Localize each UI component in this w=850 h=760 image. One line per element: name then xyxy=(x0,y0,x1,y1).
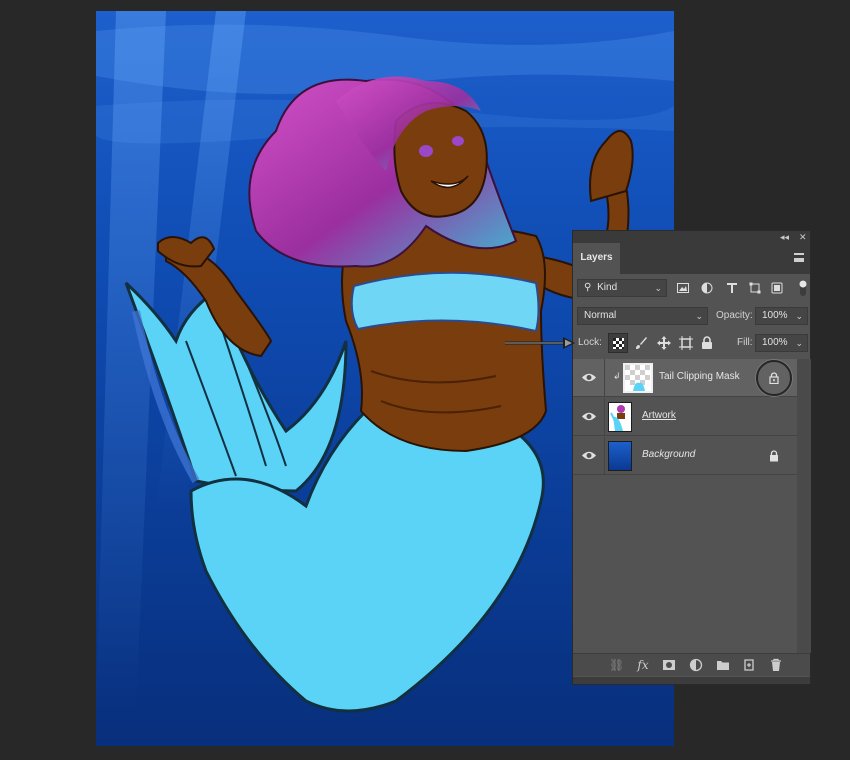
layer-thumbnail xyxy=(608,441,632,471)
layer-thumbnail xyxy=(608,402,632,432)
adjustment-filter-icon[interactable] xyxy=(701,282,713,294)
chevron-down-icon: ⌄ xyxy=(795,311,803,321)
layer-list-scrollbar[interactable] xyxy=(797,359,811,653)
search-icon: ⚲ xyxy=(584,282,592,293)
image-filter-icon[interactable] xyxy=(677,282,689,294)
adjustment-layer-icon[interactable] xyxy=(689,658,703,672)
eye-icon xyxy=(582,373,596,382)
panel-resize-grip[interactable] xyxy=(573,677,810,684)
close-panel-button[interactable]: ✕ xyxy=(799,231,807,243)
fill-label: Fill: xyxy=(737,337,753,348)
lock-all-icon[interactable] xyxy=(701,336,713,350)
opacity-value: 100% xyxy=(762,310,788,321)
fill-input[interactable]: 100% ⌄ xyxy=(755,334,808,352)
visibility-toggle[interactable] xyxy=(573,437,605,474)
smart-object-filter-icon[interactable] xyxy=(771,282,783,294)
eye-icon xyxy=(582,451,596,460)
link-layers-icon[interactable]: ⛓ xyxy=(609,658,624,672)
layer-row-background[interactable]: Background xyxy=(573,437,797,475)
chevron-down-icon: ⌄ xyxy=(695,311,703,321)
collapse-panel-button[interactable]: ◂◂ xyxy=(780,231,789,243)
new-group-icon[interactable] xyxy=(716,658,730,672)
opacity-label: Opacity: xyxy=(716,310,753,321)
layer-row-artwork[interactable]: Artwork xyxy=(573,398,797,436)
eye-icon xyxy=(582,412,596,421)
layer-name[interactable]: Tail Clipping Mask xyxy=(659,371,740,382)
layer-row-tail-clipping-mask[interactable]: ↲ Tail Clipping Mask xyxy=(573,359,797,397)
visibility-toggle[interactable] xyxy=(573,398,605,435)
add-mask-icon[interactable] xyxy=(662,658,676,672)
lock-artboard-icon[interactable] xyxy=(679,336,693,350)
opacity-input[interactable]: 100% ⌄ xyxy=(755,307,808,325)
hamburger-menu-icon[interactable] xyxy=(794,253,804,262)
type-filter-icon[interactable] xyxy=(726,282,738,294)
lock-position-icon[interactable] xyxy=(657,336,671,350)
chevron-down-icon: ⌄ xyxy=(654,283,662,293)
blend-mode-select[interactable]: Normal ⌄ xyxy=(577,307,708,325)
panel-tab-row: Layers xyxy=(573,243,810,274)
new-layer-icon[interactable] xyxy=(742,658,756,672)
visibility-toggle[interactable] xyxy=(573,359,605,396)
tab-layers[interactable]: Layers xyxy=(573,243,620,274)
layer-thumbnail xyxy=(623,363,653,393)
filter-kind-select[interactable]: ⚲ Kind ⌄ xyxy=(577,279,667,297)
fx-icon[interactable]: fx xyxy=(636,658,650,672)
lock-image-pixels-icon[interactable] xyxy=(634,336,648,350)
layer-list: ↲ Tail Clipping Mask Artwork Background xyxy=(573,359,797,604)
lock-transparent-pixels-button[interactable] xyxy=(608,333,628,353)
filter-kind-label: Kind xyxy=(597,282,618,293)
lock-icon[interactable] xyxy=(769,450,779,462)
delete-layer-icon[interactable] xyxy=(769,658,783,672)
panel-bottom-bar: ⛓ fx xyxy=(573,653,810,676)
lock-icon[interactable] xyxy=(769,372,779,384)
layer-name[interactable]: Background xyxy=(642,449,695,460)
fill-value: 100% xyxy=(762,337,788,348)
layers-panel: ◂◂ ✕ Layers ⚲ Kind ⌄ Normal ⌄ Opacity: 1… xyxy=(572,230,811,685)
lock-transparent-pixels-icon xyxy=(613,338,624,349)
annotation-arrow xyxy=(505,337,575,349)
lock-label: Lock: xyxy=(578,337,602,348)
chevron-down-icon: ⌄ xyxy=(795,338,803,348)
shape-filter-icon[interactable] xyxy=(749,282,761,294)
layer-name[interactable]: Artwork xyxy=(642,410,676,421)
filter-toggle-switch[interactable] xyxy=(798,279,808,297)
blend-mode-value: Normal xyxy=(584,310,617,321)
clipping-arrow-icon: ↲ xyxy=(613,371,621,381)
panel-title-strip: ◂◂ ✕ xyxy=(573,231,810,243)
